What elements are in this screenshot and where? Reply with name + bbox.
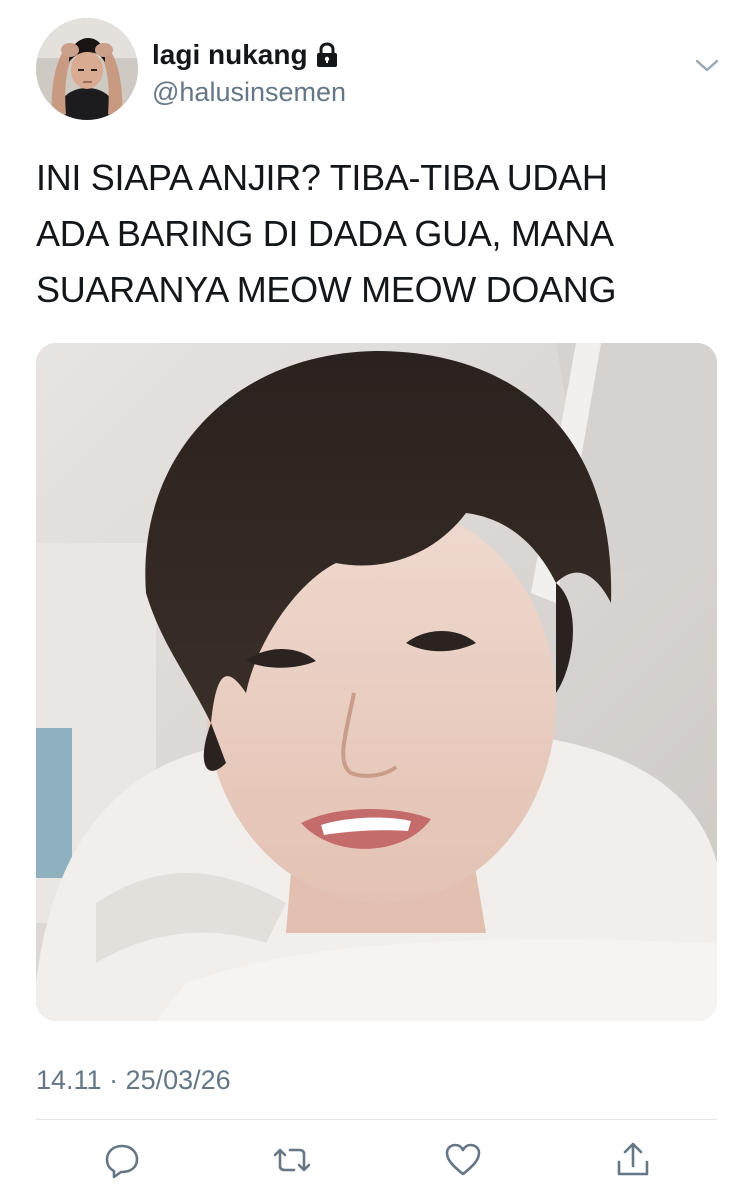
display-name[interactable]: lagi nukang	[152, 38, 308, 72]
tweet-text-line: INI SIAPA ANJIR? TIBA-TIBA UDAH	[36, 157, 608, 198]
action-bar	[0, 1130, 754, 1190]
user-handle[interactable]: @halusinsemen	[152, 74, 346, 110]
display-name-row[interactable]: lagi nukang	[152, 38, 346, 72]
tweet-text-line: ADA BARING DI DADA GUA, MANA	[36, 213, 614, 254]
retweet-icon[interactable]	[272, 1140, 312, 1180]
tweet-text-line: SUARANYA MEOW MEOW DOANG	[36, 269, 617, 310]
tweet-timestamp[interactable]: 14.11 · 25/03/26	[36, 1062, 231, 1098]
heart-icon[interactable]	[443, 1140, 483, 1180]
reply-icon[interactable]	[102, 1140, 142, 1180]
tweet-header: lagi nukang @halusinsemen	[36, 18, 726, 122]
divider	[36, 1119, 717, 1120]
avatar[interactable]	[36, 18, 138, 120]
photo-image	[36, 343, 717, 1021]
user-names: lagi nukang @halusinsemen	[152, 38, 346, 110]
avatar-image	[36, 18, 138, 120]
share-icon[interactable]	[613, 1140, 653, 1180]
tweet-photo[interactable]	[36, 343, 717, 1021]
lock-icon	[316, 42, 338, 68]
tweet-text: INI SIAPA ANJIR? TIBA-TIBA UDAH ADA BARI…	[36, 150, 726, 318]
chevron-down-icon[interactable]	[692, 56, 722, 76]
